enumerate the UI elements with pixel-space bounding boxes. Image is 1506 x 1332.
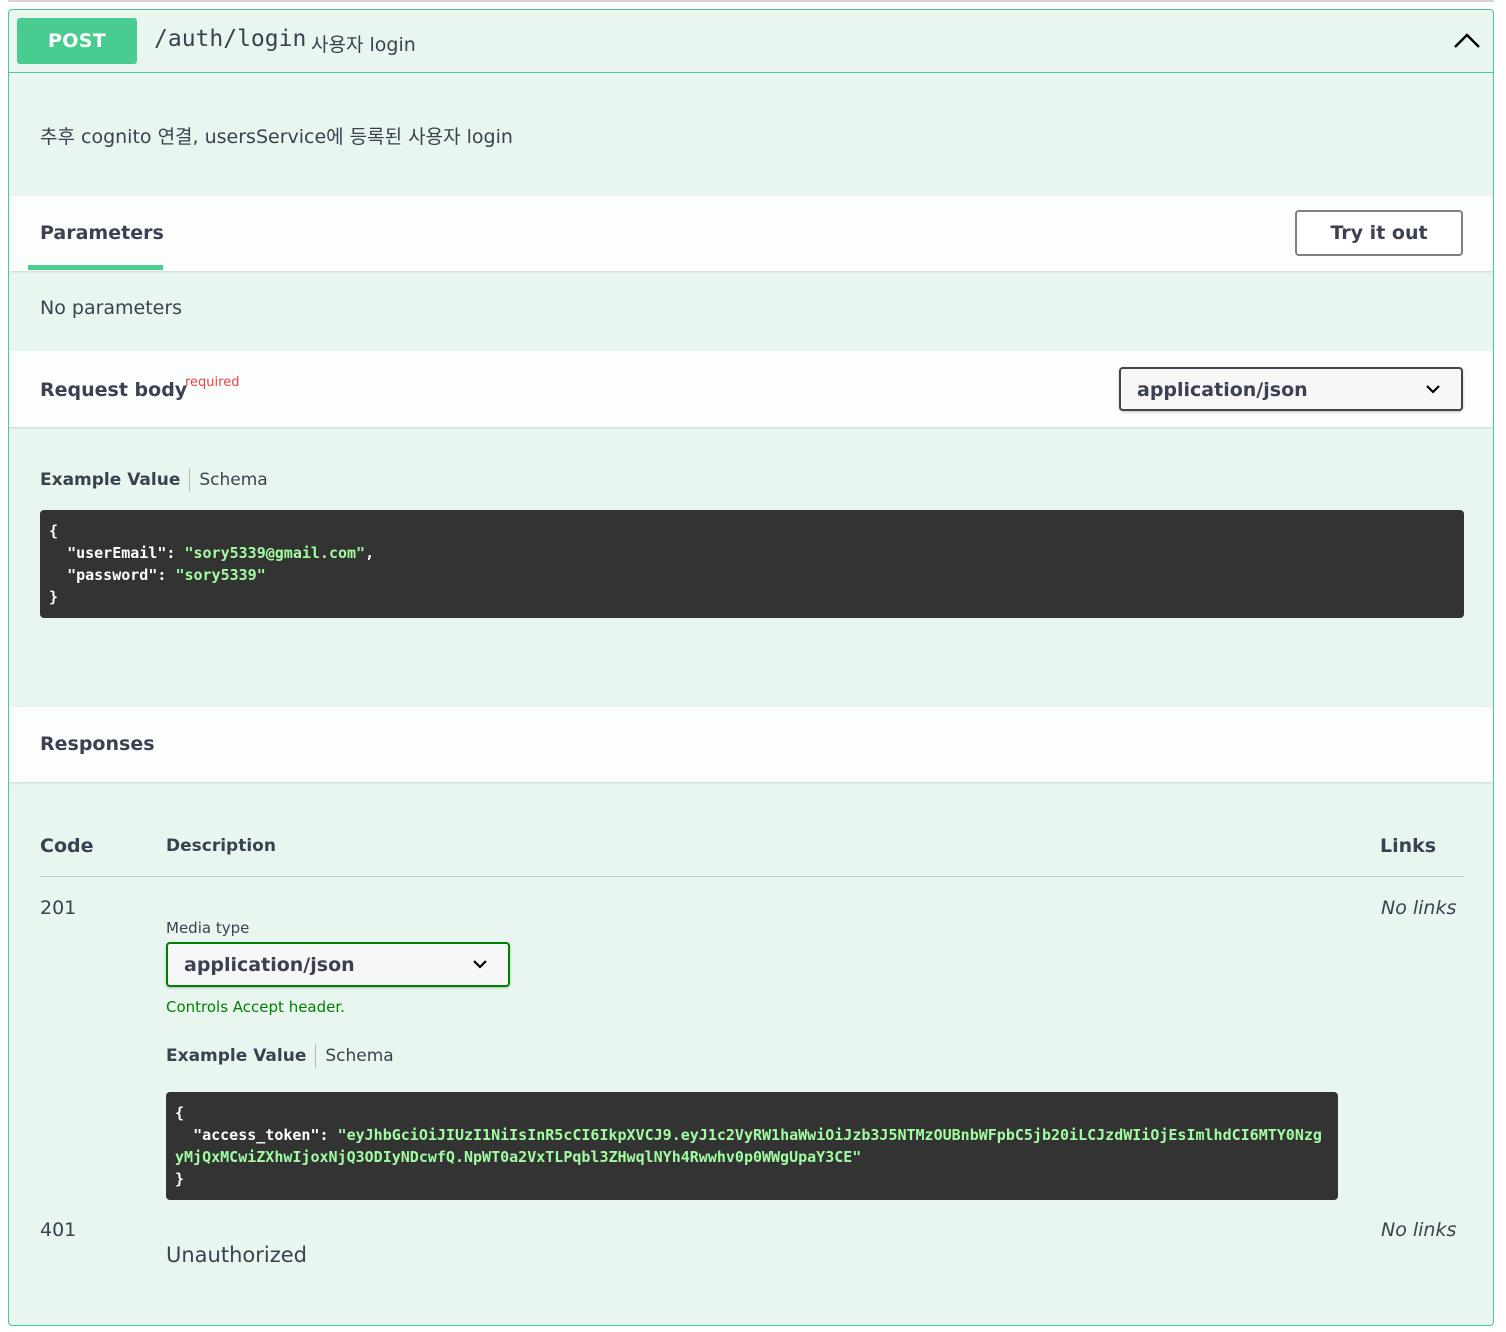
accept-header-note: Controls Accept header. (166, 998, 345, 1016)
tab-parameters[interactable]: Parameters (40, 222, 164, 244)
top-divider (8, 0, 1494, 2)
response-code-401: 401 (40, 1219, 77, 1241)
response-links-401: No links (1381, 1219, 1457, 1241)
tab-divider (189, 468, 191, 492)
table-divider (40, 876, 1464, 877)
request-example-code[interactable]: { "userEmail": "sory5339@gmail.com", "pa… (40, 510, 1464, 618)
response-media-type-select[interactable]: application/json (166, 942, 510, 987)
tab-schema[interactable]: Schema (325, 1046, 393, 1066)
responses-title: Responses (40, 733, 155, 755)
request-body-title: Request body (40, 379, 188, 401)
operation-summary-text: 사용자 login (311, 34, 416, 56)
chevron-up-icon[interactable] (1453, 30, 1481, 50)
response-links-201: No links (1381, 897, 1457, 919)
column-header-description: Description (166, 836, 276, 856)
tab-schema[interactable]: Schema (199, 470, 267, 490)
try-it-out-button[interactable]: Try it out (1295, 210, 1463, 256)
json-brace-open: { (175, 1104, 185, 1122)
json-key-password: "password" (67, 566, 158, 584)
tab-example-value[interactable]: Example Value (40, 470, 180, 490)
media-type-label: Media type (166, 919, 250, 937)
json-value-password: "sory5339" (175, 566, 266, 584)
method-badge: POST (17, 18, 137, 64)
json-line-access-token: "access_token": "eyJhbGciOiJIUzI1NiIsInR… (175, 1126, 1322, 1166)
request-content-type-value: application/json (1137, 379, 1308, 401)
chevron-down-icon (473, 960, 487, 969)
json-key-useremail: "userEmail" (67, 544, 167, 562)
operation-block-post: POST /auth/login 사용자 login 추후 cognito 연결… (8, 9, 1494, 1326)
chevron-down-icon (1426, 385, 1440, 394)
column-header-links: Links (1380, 835, 1437, 857)
operation-summary[interactable]: POST /auth/login 사용자 login (9, 10, 1493, 73)
operation-path[interactable]: /auth/login (154, 26, 306, 52)
responses-header: Responses (9, 707, 1493, 782)
json-brace-open: { (49, 522, 59, 540)
operation-description: 추후 cognito 연결, usersService에 등록된 사용자 log… (40, 126, 513, 148)
tab-active-indicator (28, 265, 163, 270)
response-media-type-value: application/json (184, 954, 355, 976)
response-example-code[interactable]: { "access_token": "eyJhbGciOiJIUzI1NiIsI… (166, 1092, 1338, 1200)
required-marker: required (185, 375, 240, 390)
tab-divider (315, 1044, 317, 1068)
parameters-header: Parameters Try it out (9, 196, 1493, 271)
request-content-type-select[interactable]: application/json (1119, 367, 1463, 411)
no-parameters-text: No parameters (40, 297, 183, 319)
tab-example-value[interactable]: Example Value (166, 1046, 306, 1066)
response-example-tabs: Example Value Schema (166, 1044, 394, 1068)
json-value-access-token: "eyJhbGciOiJIUzI1NiIsInR5cCI6IkpXVCJ9.ey… (175, 1126, 1322, 1166)
json-brace-close: } (175, 1170, 185, 1188)
request-example-tabs: Example Value Schema (40, 468, 268, 492)
response-description-401: Unauthorized (166, 1243, 307, 1267)
json-key-access-token: "access_token" (193, 1126, 320, 1144)
json-value-useremail: "sory5339@gmail.com" (184, 544, 366, 562)
response-code-201: 201 (40, 897, 77, 919)
request-body-header: Request body required application/json (9, 351, 1493, 427)
json-brace-close: } (49, 588, 59, 606)
column-header-code: Code (40, 835, 94, 857)
